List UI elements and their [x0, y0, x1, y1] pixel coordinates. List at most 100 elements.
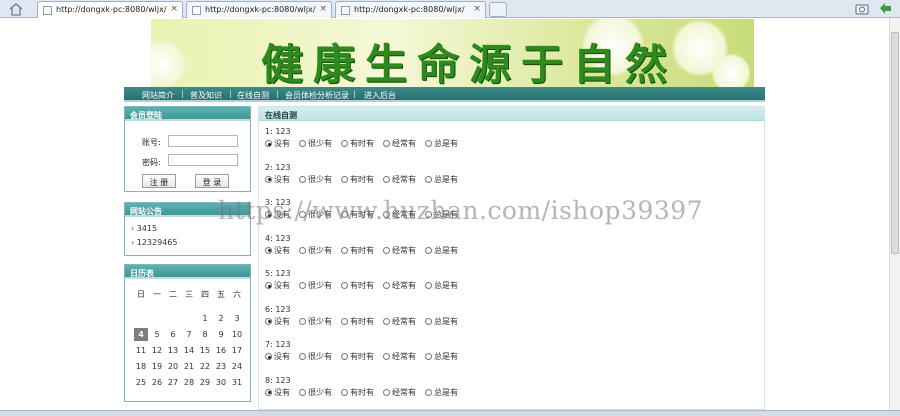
day-cell[interactable]: 7: [181, 326, 197, 342]
answer-option[interactable]: 没有: [265, 174, 290, 185]
day-cell[interactable]: 11: [133, 342, 149, 358]
radio-button[interactable]: [383, 317, 390, 325]
day-cell[interactable]: 28: [181, 374, 197, 390]
radio-button[interactable]: [425, 246, 432, 254]
answer-option[interactable]: 总是有: [425, 174, 458, 185]
answer-option[interactable]: 没有: [265, 245, 290, 256]
day-cell[interactable]: 10: [229, 326, 245, 342]
radio-button[interactable]: [425, 175, 432, 183]
radio-button[interactable]: [341, 388, 348, 396]
radio-button[interactable]: [265, 246, 272, 254]
answer-option[interactable]: 有时有: [341, 351, 374, 362]
answer-option[interactable]: 经常有: [383, 387, 416, 398]
account-input[interactable]: [168, 135, 238, 147]
answer-option[interactable]: 有时有: [341, 387, 374, 398]
day-cell[interactable]: 21: [181, 358, 197, 374]
day-cell[interactable]: 15: [197, 342, 213, 358]
day-cell[interactable]: 26: [149, 374, 165, 390]
nav-item-self-test[interactable]: 在线自测: [237, 90, 269, 101]
day-cell[interactable]: 23: [213, 358, 229, 374]
browser-tab-2[interactable]: http://dongxk-pc:8080/wljx/ ×: [186, 1, 332, 18]
day-cell[interactable]: 1: [197, 310, 213, 326]
login-button[interactable]: 登 录: [195, 174, 229, 188]
back-arrow-icon[interactable]: [878, 2, 892, 15]
scrollbar-thumb[interactable]: [891, 32, 899, 254]
close-tab-icon[interactable]: ×: [473, 4, 481, 14]
answer-option[interactable]: 很少有: [299, 245, 332, 256]
answer-option[interactable]: 经常有: [383, 316, 416, 327]
answer-option[interactable]: 总是有: [425, 351, 458, 362]
answer-option[interactable]: 总是有: [425, 138, 458, 149]
answer-option[interactable]: 没有: [265, 280, 290, 291]
day-cell[interactable]: 9: [213, 326, 229, 342]
answer-option[interactable]: 没有: [265, 138, 290, 149]
radio-button[interactable]: [299, 282, 306, 289]
radio-button[interactable]: [383, 353, 390, 360]
radio-button[interactable]: [425, 140, 432, 147]
radio-button[interactable]: [265, 140, 272, 147]
answer-option[interactable]: 总是有: [425, 316, 458, 327]
answer-option[interactable]: 有时有: [341, 245, 374, 256]
browser-tab-1[interactable]: http://dongxk-pc:8080/wljx/ ×: [37, 1, 183, 18]
day-cell[interactable]: 29: [197, 374, 213, 390]
answer-option[interactable]: 经常有: [383, 351, 416, 362]
answer-option[interactable]: 有时有: [341, 316, 374, 327]
day-cell[interactable]: 31: [229, 374, 245, 390]
answer-option[interactable]: 很少有: [299, 174, 332, 185]
home-icon[interactable]: [8, 2, 24, 16]
radio-button[interactable]: [341, 282, 348, 289]
radio-button[interactable]: [299, 175, 306, 183]
day-cell[interactable]: 27: [165, 374, 181, 390]
radio-button[interactable]: [265, 388, 272, 396]
day-cell[interactable]: 16: [213, 342, 229, 358]
notice-item[interactable]: › 3415: [131, 224, 157, 233]
radio-button[interactable]: [425, 388, 432, 396]
answer-option[interactable]: 很少有: [299, 351, 332, 362]
radio-button[interactable]: [341, 317, 348, 325]
radio-button[interactable]: [265, 353, 272, 360]
day-cell[interactable]: 13: [165, 342, 181, 358]
radio-button[interactable]: [425, 317, 432, 325]
answer-option[interactable]: 总是有: [425, 280, 458, 291]
answer-option[interactable]: 很少有: [299, 280, 332, 291]
radio-button[interactable]: [425, 282, 432, 289]
answer-option[interactable]: 很少有: [299, 138, 332, 149]
day-cell[interactable]: 8: [197, 326, 213, 342]
day-cell[interactable]: 5: [149, 326, 165, 342]
camera-icon[interactable]: [855, 2, 869, 15]
answer-option[interactable]: 有时有: [341, 138, 374, 149]
radio-button[interactable]: [341, 353, 348, 360]
day-cell[interactable]: 25: [133, 374, 149, 390]
answer-option[interactable]: 有时有: [341, 174, 374, 185]
radio-button[interactable]: [299, 353, 306, 360]
day-cell[interactable]: 3: [229, 310, 245, 326]
radio-button[interactable]: [265, 175, 272, 183]
day-cell[interactable]: 22: [197, 358, 213, 374]
day-cell[interactable]: 30: [213, 374, 229, 390]
close-tab-icon[interactable]: ×: [319, 4, 327, 14]
answer-option[interactable]: 总是有: [425, 387, 458, 398]
browser-tab-3[interactable]: http://dongxk-pc:8080/wljx/ ×: [335, 1, 486, 18]
day-cell[interactable]: 24: [229, 358, 245, 374]
answer-option[interactable]: 很少有: [299, 387, 332, 398]
answer-option[interactable]: 没有: [265, 387, 290, 398]
answer-option[interactable]: 没有: [265, 351, 290, 362]
day-cell[interactable]: 14: [181, 342, 197, 358]
radio-button[interactable]: [299, 246, 306, 254]
radio-button[interactable]: [299, 140, 306, 147]
radio-button[interactable]: [299, 317, 306, 325]
radio-button[interactable]: [341, 175, 348, 183]
answer-option[interactable]: 经常有: [383, 138, 416, 149]
radio-button[interactable]: [383, 140, 390, 147]
password-input[interactable]: [168, 154, 238, 166]
vertical-scrollbar[interactable]: [889, 18, 900, 410]
day-cell[interactable]: 2: [213, 310, 229, 326]
radio-button[interactable]: [383, 246, 390, 254]
day-cell[interactable]: 12: [149, 342, 165, 358]
radio-button[interactable]: [425, 353, 432, 360]
nav-item-intro[interactable]: 网站简介: [142, 90, 174, 101]
day-cell[interactable]: 6: [165, 326, 181, 342]
new-tab-button[interactable]: [489, 2, 507, 17]
radio-button[interactable]: [383, 175, 390, 183]
radio-button[interactable]: [265, 317, 272, 325]
